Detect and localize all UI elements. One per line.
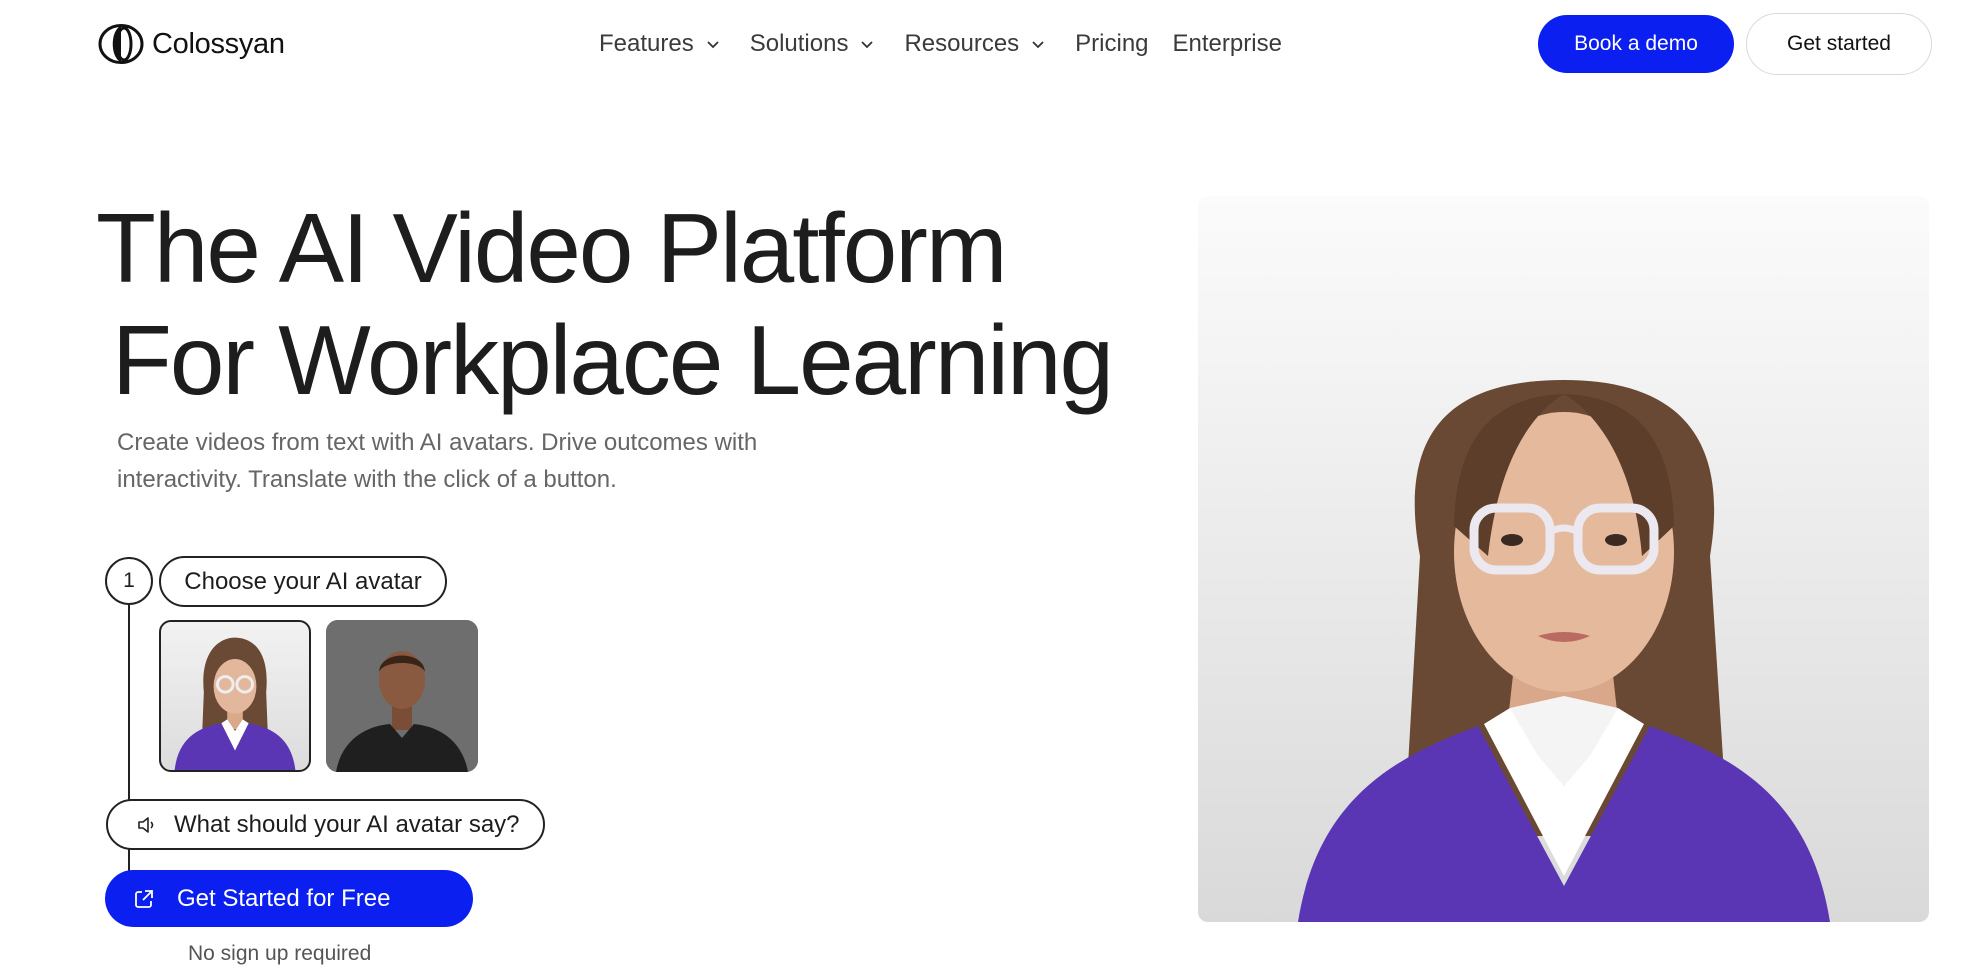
menu-pricing[interactable]: Pricing	[1075, 30, 1148, 58]
hero-title: The AI Video Platform For Workplace Lear…	[96, 192, 1114, 416]
chevron-down-icon	[707, 41, 719, 49]
avatar-thumbnail-man[interactable]	[326, 620, 478, 772]
choose-avatar-label: Choose your AI avatar	[159, 556, 447, 607]
main-menu: Features Solutions Resources Pricing Ent…	[599, 26, 1306, 62]
logo-mark-icon	[98, 24, 144, 64]
get-started-free-button[interactable]: Get Started for Free	[105, 870, 473, 927]
hero-title-line2: For Workplace Learning	[112, 305, 1114, 415]
logo-text: Colossyan	[152, 27, 285, 60]
avatar-man-image	[326, 620, 478, 772]
avatar-thumbnail-woman[interactable]	[159, 620, 311, 772]
menu-pricing-label: Pricing	[1075, 30, 1149, 57]
get-started-button[interactable]: Get started	[1746, 13, 1932, 75]
get-started-free-label: Get Started for Free	[177, 884, 391, 912]
menu-solutions[interactable]: Solutions	[750, 30, 875, 58]
external-link-icon	[135, 889, 153, 908]
menu-resources-label: Resources	[904, 30, 1020, 57]
hero-title-line1: The AI Video Platform	[96, 193, 1007, 303]
menu-enterprise[interactable]: Enterprise	[1173, 30, 1282, 58]
top-nav: Colossyan Features Solutions Resources P…	[0, 0, 1987, 90]
menu-resources[interactable]: Resources	[904, 30, 1045, 58]
step-number: 1	[105, 557, 153, 605]
menu-features[interactable]: Features	[599, 30, 720, 58]
logo[interactable]: Colossyan	[98, 24, 285, 64]
menu-enterprise-label: Enterprise	[1172, 30, 1282, 57]
menu-features-label: Features	[599, 30, 694, 57]
hero-avatar-image	[1198, 196, 1929, 922]
avatar-script-label: What should your AI avatar say?	[174, 810, 520, 838]
avatar-woman-image	[174, 637, 296, 770]
avatar-script-input[interactable]: What should your AI avatar say?	[106, 799, 545, 850]
speaker-icon	[138, 816, 154, 833]
menu-solutions-label: Solutions	[749, 30, 849, 57]
chevron-down-icon	[1032, 41, 1044, 49]
book-demo-button[interactable]: Book a demo	[1538, 15, 1734, 73]
no-signup-note: No sign up required	[188, 942, 372, 965]
hero-subtitle: Create videos from text with AI avatars.…	[117, 429, 758, 493]
chevron-down-icon	[861, 41, 874, 49]
hero-avatar-illustration	[1298, 380, 1830, 922]
